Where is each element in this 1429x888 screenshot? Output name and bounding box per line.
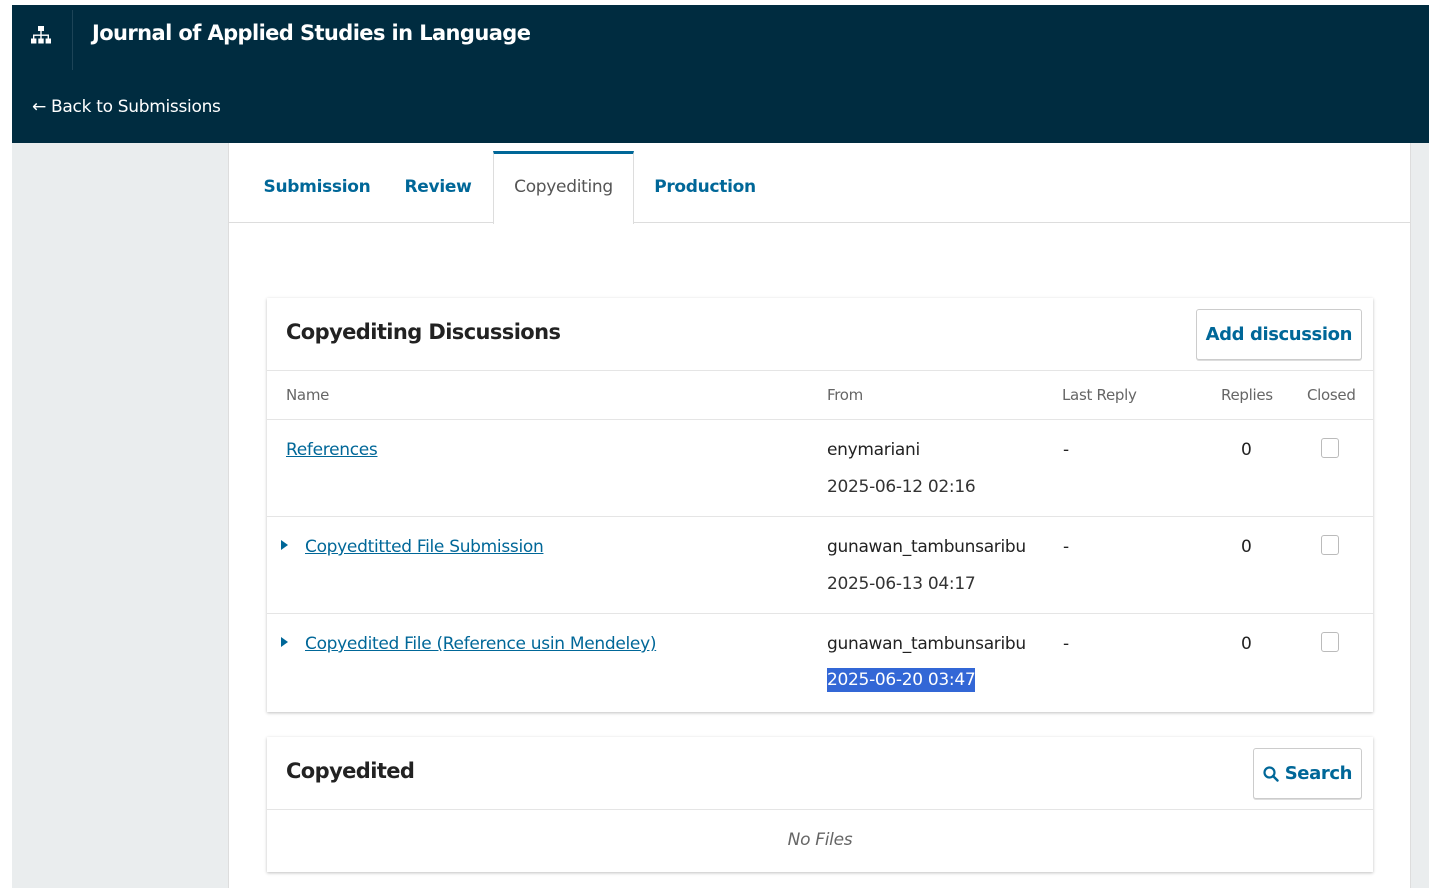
column-replies: Replies <box>1221 386 1273 404</box>
discussion-closed-checkbox[interactable] <box>1321 438 1339 458</box>
discussion-last-reply: - <box>1063 440 1069 460</box>
copyedited-title: Copyedited <box>286 759 415 783</box>
discussion-closed-checkbox[interactable] <box>1321 535 1339 555</box>
discussion-from-user: enymariani <box>827 440 920 460</box>
column-name: Name <box>286 386 330 404</box>
tab-review[interactable]: Review <box>399 151 477 223</box>
workflow-content: Submission Review Copyediting Production… <box>228 143 1411 888</box>
discussion-closed-checkbox[interactable] <box>1321 632 1339 652</box>
discussion-link-references[interactable]: References <box>286 440 378 460</box>
back-to-submissions-link[interactable]: ← Back to Submissions <box>32 97 221 117</box>
tab-copyediting[interactable]: Copyediting <box>493 151 634 224</box>
search-button[interactable]: Search <box>1252 748 1362 799</box>
discussion-from-date-selected: 2025-06-20 03:47 <box>827 668 976 692</box>
discussion-from-user: gunawan_tambunsaribu <box>827 537 1026 557</box>
copyediting-discussions-panel: Copyediting Discussions Add discussion N… <box>267 298 1373 712</box>
magnifier-icon <box>1263 766 1279 782</box>
expand-row-icon[interactable] <box>281 540 288 550</box>
discussion-last-reply: - <box>1063 537 1069 557</box>
discussion-from-user: gunawan_tambunsaribu <box>827 634 1026 654</box>
discussion-last-reply: - <box>1063 634 1069 654</box>
journal-title[interactable]: Journal of Applied Studies in Language <box>92 21 531 45</box>
tab-production[interactable]: Production <box>650 151 760 223</box>
workflow-tabs: Submission Review Copyediting Production <box>229 143 1410 224</box>
discussion-row: Copyedited File (Reference usin Mendeley… <box>267 614 1373 711</box>
brand-divider <box>72 10 73 70</box>
tab-submission[interactable]: Submission <box>259 151 375 223</box>
discussion-replies: 0 <box>1241 537 1252 557</box>
expand-row-icon[interactable] <box>281 637 288 647</box>
discussion-replies: 0 <box>1241 634 1252 654</box>
discussions-title: Copyediting Discussions <box>286 320 561 344</box>
discussion-link-copyedtitted-file-submission[interactable]: Copyedtitted File Submission <box>305 537 544 557</box>
column-from: From <box>827 386 863 404</box>
discussion-link-copyedited-file[interactable]: Copyedited File (Reference usin Mendeley… <box>305 634 656 654</box>
copyedited-header: Copyedited Search <box>267 737 1373 810</box>
discussion-from-date: 2025-06-13 04:17 <box>827 574 976 594</box>
discussions-header: Copyediting Discussions Add discussion <box>267 298 1373 371</box>
discussion-replies: 0 <box>1241 440 1252 460</box>
no-files-message: No Files <box>787 830 853 850</box>
discussions-column-headers: Name From Last Reply Replies Closed <box>267 371 1373 420</box>
copyedited-files-panel: Copyedited Search No Files <box>267 737 1373 872</box>
search-button-label: Search <box>1284 763 1353 784</box>
add-discussion-button[interactable]: Add discussion <box>1195 309 1362 360</box>
discussion-from-date: 2025-06-12 02:16 <box>827 477 976 497</box>
column-last-reply: Last Reply <box>1062 386 1137 404</box>
column-closed: Closed <box>1307 386 1356 404</box>
discussion-row: References enymariani 2025-06-12 02:16 -… <box>267 420 1373 517</box>
discussion-row: Copyedtitted File Submission gunawan_tam… <box>267 517 1373 614</box>
page-frame: Journal of Applied Studies in Language ←… <box>12 5 1429 888</box>
app-header: Journal of Applied Studies in Language ←… <box>12 5 1429 143</box>
sitemap-icon[interactable] <box>30 25 52 47</box>
